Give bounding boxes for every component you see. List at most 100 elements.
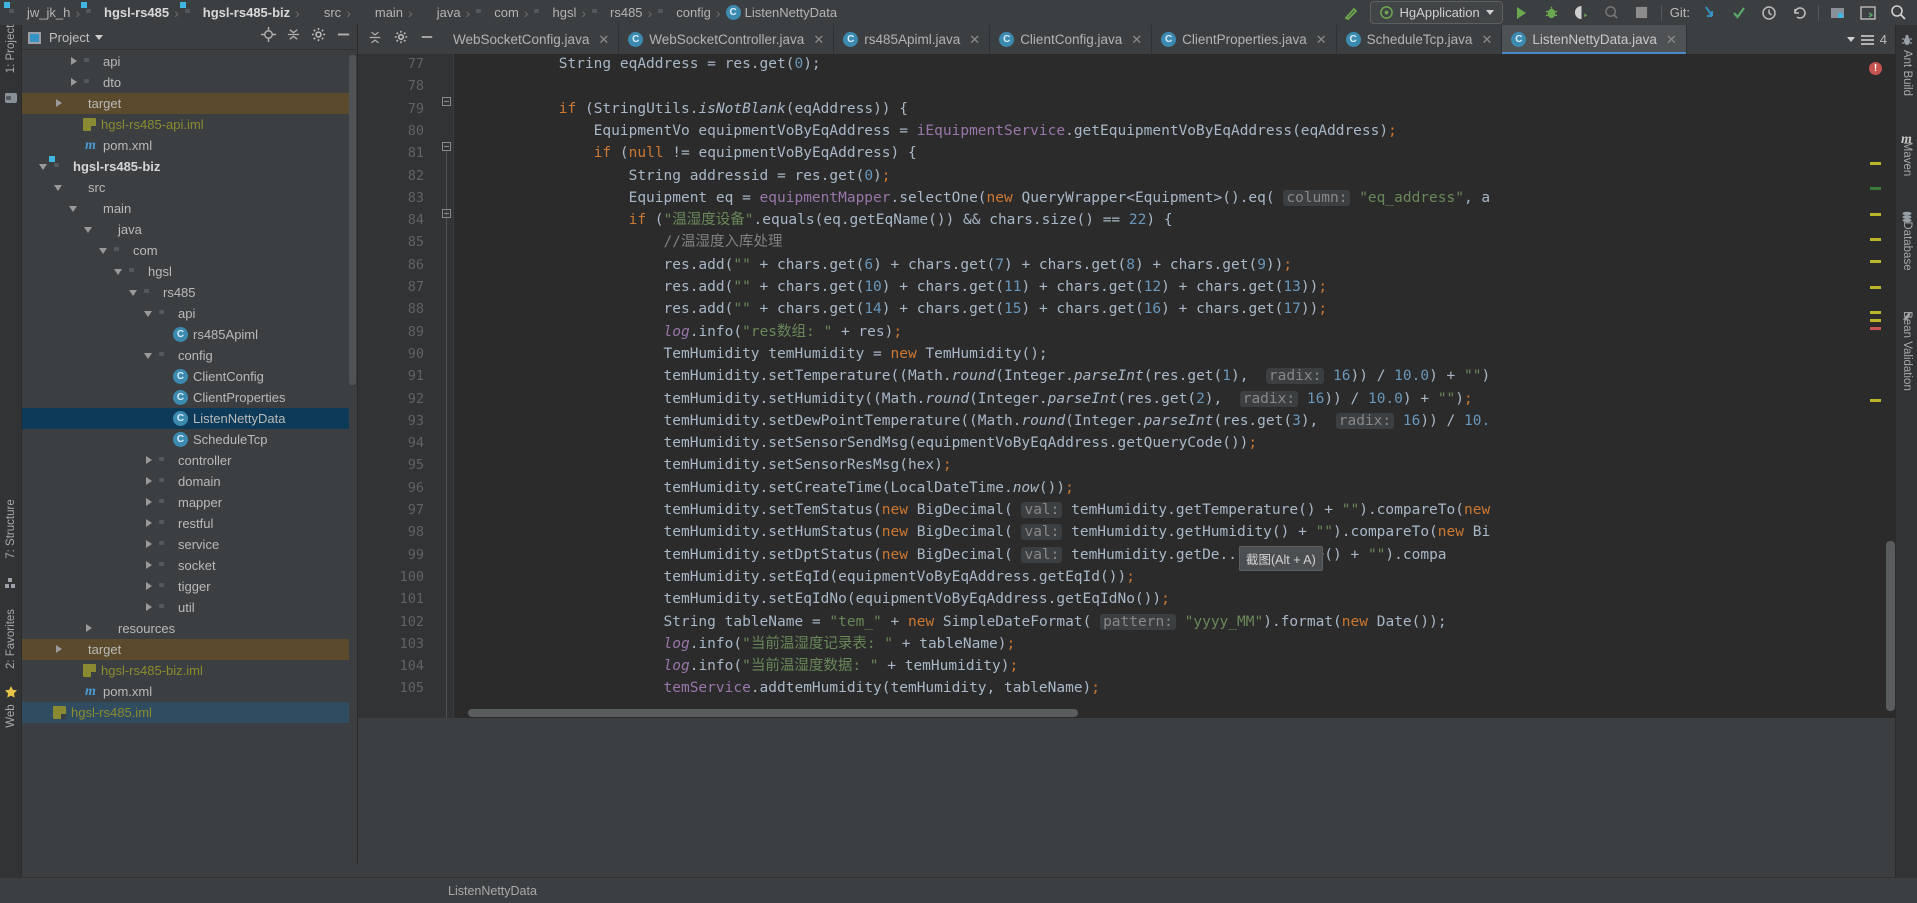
expander-right-icon[interactable]	[84, 623, 95, 634]
stripe-marker[interactable]	[1870, 311, 1881, 314]
chevron-down-icon[interactable]	[95, 34, 104, 40]
stripe-marker[interactable]	[1870, 187, 1881, 190]
editor-tab-clientconfig[interactable]: C ClientConfig.java ✕	[990, 25, 1153, 54]
tree-node-rs485[interactable]: rs485	[22, 282, 349, 303]
breadcrumb-item-src[interactable]: src	[303, 5, 343, 20]
error-indicator-icon[interactable]: !	[1869, 62, 1882, 75]
stripe-marker[interactable]	[1870, 327, 1881, 330]
editor-horizontal-scrollbar[interactable]	[468, 709, 1078, 717]
close-icon[interactable]: ✕	[1131, 32, 1142, 48]
expander-right-icon[interactable]	[69, 56, 80, 67]
vcs-rollback-icon[interactable]	[1788, 3, 1810, 23]
expander-right-icon[interactable]	[144, 602, 155, 613]
run-configuration-selector[interactable]: HgApplication	[1369, 1, 1503, 24]
breadcrumb-item-rs485[interactable]: rs485	[589, 5, 645, 20]
expander-right-icon[interactable]	[144, 476, 155, 487]
breadcrumb-item-hgsl-rs485-biz[interactable]: hgsl-rs485-biz	[182, 5, 292, 20]
tree-node-clientproperties[interactable]: C ClientProperties	[22, 387, 349, 408]
fold-marker[interactable]	[442, 97, 451, 106]
tree-node-dto[interactable]: dto	[22, 72, 349, 93]
hammer-icon[interactable]	[1340, 3, 1362, 23]
stripe-marker[interactable]	[1870, 162, 1881, 165]
stripe-marker[interactable]	[1870, 213, 1881, 216]
tree-node-util[interactable]: util	[22, 597, 349, 618]
expander-down-icon[interactable]	[99, 245, 110, 256]
close-icon[interactable]: ✕	[969, 32, 980, 48]
error-stripe[interactable]: !	[1869, 54, 1883, 718]
editor-tab-rs485apiml[interactable]: Crs485Apiml.java ✕	[834, 25, 991, 54]
close-icon[interactable]: ✕	[1666, 32, 1677, 48]
breadcrumb-item-hgsl-rs485[interactable]: hgsl-rs485	[83, 5, 171, 20]
expander-down-icon[interactable]	[69, 203, 80, 214]
editor-tab-websocketcontroller[interactable]: C WebSocketController.java ✕	[619, 25, 835, 54]
tree-node-controller[interactable]: controller	[22, 450, 349, 471]
tree-node-api[interactable]: api	[22, 303, 349, 324]
code-content[interactable]: String eqAddress = res.get(0); if (Strin…	[454, 54, 1895, 718]
tree-node-hgsl-rs485-api-iml[interactable]: hgsl-rs485-api.iml	[22, 114, 349, 135]
tree-node-com[interactable]: com	[22, 240, 349, 261]
project-tree-scrollbar[interactable]	[349, 55, 356, 385]
tree-node-target[interactable]: target	[22, 93, 349, 114]
terminal-icon[interactable]	[1857, 3, 1879, 23]
tree-node-mapper[interactable]: mapper	[22, 492, 349, 513]
search-everywhere-icon[interactable]	[1887, 3, 1909, 23]
expander-down-icon[interactable]	[114, 266, 125, 277]
editor-folding-column[interactable]	[438, 54, 454, 718]
stripe-button-project[interactable]: 1: Project	[5, 16, 17, 82]
editor-vertical-scrollbar[interactable]	[1886, 541, 1895, 711]
stripe-marker[interactable]	[1870, 319, 1881, 322]
tree-node-hgsl-rs485-iml[interactable]: hgsl-rs485.iml	[22, 702, 349, 723]
editor-gutter[interactable]: 77 78 79 80 81 82 83 84 85 86 87 88 89 90 91 92 93 94 95 96…	[358, 54, 438, 718]
stripe-button-favorites[interactable]: 2: Favorites	[5, 606, 17, 672]
breadcrumb-item-java[interactable]: java	[416, 5, 463, 20]
tab-list-icon[interactable]	[1860, 34, 1874, 45]
tree-node-clientconfig[interactable]: C ClientConfig	[22, 366, 349, 387]
hide-panel-icon[interactable]	[336, 27, 351, 47]
fold-marker[interactable]	[442, 209, 451, 218]
editor-tab-websocketconfig[interactable]: WebSocketConfig.java ✕	[444, 25, 620, 54]
tree-node-listennettydata[interactable]: C ListenNettyData	[22, 408, 349, 429]
tree-node-hgsl-rs485-biz[interactable]: hgsl-rs485-biz	[22, 156, 349, 177]
vcs-update-icon[interactable]	[1698, 3, 1720, 23]
tree-node-main[interactable]: main	[22, 198, 349, 219]
expander-down-icon[interactable]	[144, 350, 155, 361]
tree-node-pom-xml[interactable]: m pom.xml	[22, 681, 349, 702]
project-structure-icon[interactable]	[1827, 3, 1849, 23]
breadcrumb-item-listennettydata[interactable]: C ListenNettyData	[724, 5, 840, 20]
expander-down-icon[interactable]	[84, 224, 95, 235]
editor-tab-clientproperties[interactable]: C ClientProperties.java ✕	[1152, 25, 1337, 54]
tree-node-config[interactable]: config	[22, 345, 349, 366]
editor-tabs-overflow[interactable]: 4	[1839, 25, 1895, 54]
tree-node-rs485apiml[interactable]: Crs485Apiml	[22, 324, 349, 345]
tree-node-pom-xml[interactable]: m pom.xml	[22, 135, 349, 156]
close-icon[interactable]: ✕	[1316, 32, 1327, 48]
tree-node-resources[interactable]: resources	[22, 618, 349, 639]
locate-target-icon[interactable]	[261, 27, 276, 47]
tree-node-target[interactable]: target	[22, 639, 349, 660]
stripe-button-structure[interactable]: 7: Structure	[5, 496, 17, 562]
tree-node-tigger[interactable]: tigger	[22, 576, 349, 597]
tree-node-api[interactable]: api	[22, 51, 349, 72]
run-icon[interactable]	[1511, 3, 1533, 23]
breadcrumb-item-main[interactable]: main	[354, 5, 405, 20]
stripe-button-ant-build[interactable]: Ant Build	[1901, 41, 1913, 105]
expander-right-icon[interactable]	[144, 560, 155, 571]
tree-node-src[interactable]: src	[22, 177, 349, 198]
expander-down-icon[interactable]	[129, 287, 140, 298]
expander-right-icon[interactable]	[54, 98, 65, 109]
vcs-commit-icon[interactable]	[1728, 3, 1750, 23]
expander-down-icon[interactable]	[144, 308, 155, 319]
editor-tab-listennettydata[interactable]: C ListenNettyData.java ✕	[1502, 25, 1687, 54]
chevron-down-icon[interactable]	[1485, 10, 1494, 15]
fold-marker[interactable]	[442, 142, 451, 151]
run-with-coverage-icon[interactable]	[1571, 3, 1593, 23]
expander-right-icon[interactable]	[144, 497, 155, 508]
debug-icon[interactable]	[1541, 3, 1563, 23]
tree-node-hgsl-rs485-biz-iml[interactable]: hgsl-rs485-biz.iml	[22, 660, 349, 681]
stripe-button-database[interactable]: Database	[1901, 216, 1913, 276]
tree-node-scheduletcp[interactable]: C ScheduleTcp	[22, 429, 349, 450]
code-editor[interactable]: 77 78 79 80 81 82 83 84 85 86 87 88 89 90 91 92 93 94 95 96…	[358, 54, 1895, 718]
breadcrumb-item-config[interactable]: config	[655, 5, 713, 20]
expander-right-icon[interactable]	[69, 77, 80, 88]
expander-right-icon[interactable]	[144, 539, 155, 550]
